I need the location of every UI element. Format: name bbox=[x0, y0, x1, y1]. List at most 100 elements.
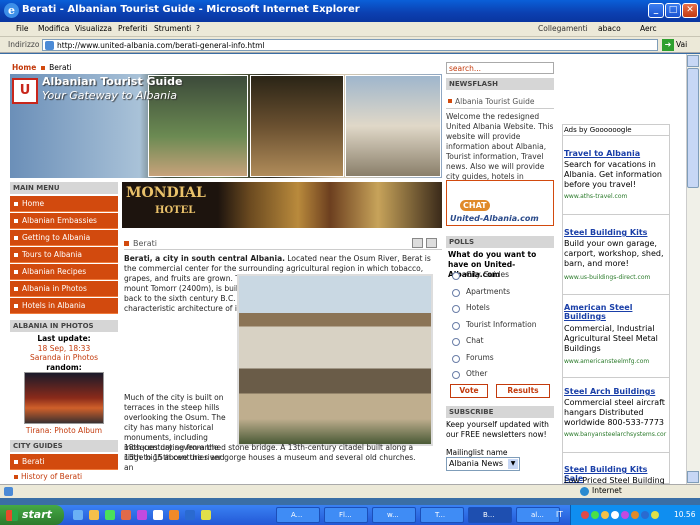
nav-recipes[interactable]: Albanian Recipes bbox=[10, 264, 118, 280]
tray-icon[interactable] bbox=[631, 511, 639, 519]
tray-icon[interactable] bbox=[641, 511, 649, 519]
nav-embassies[interactable]: Albanian Embassies bbox=[10, 213, 118, 229]
ad-url-4[interactable]: www.banyansteelarchsystems.cor bbox=[564, 431, 666, 438]
vote-button[interactable]: Vote bbox=[450, 384, 488, 398]
poll-radio-other[interactable] bbox=[452, 371, 460, 379]
nav-photos[interactable]: Albania in Photos bbox=[10, 281, 118, 297]
ad-title-2[interactable]: Steel Building Kits bbox=[564, 228, 668, 237]
header-photo-street bbox=[250, 75, 344, 177]
ad-separator bbox=[562, 214, 670, 215]
quick-launch-icon[interactable] bbox=[121, 510, 131, 520]
minimize-button[interactable]: _ bbox=[648, 3, 664, 18]
mailinglist-select[interactable]: Albania News ▼ bbox=[446, 457, 520, 471]
link-abaco[interactable]: abaco bbox=[598, 24, 621, 33]
site-tagline: Your Gateway to Albania bbox=[42, 89, 177, 102]
menu-file[interactable]: File bbox=[16, 24, 29, 33]
quick-launch-icon[interactable] bbox=[73, 510, 83, 520]
scroll-down-button[interactable] bbox=[687, 471, 699, 483]
poll-radio-hotels[interactable] bbox=[452, 305, 460, 313]
menu-strumenti[interactable]: Strumenti bbox=[154, 24, 191, 33]
quick-launch-icon[interactable] bbox=[89, 510, 99, 520]
city-guide-berati[interactable]: Berati bbox=[10, 454, 118, 470]
quick-launch-icon[interactable] bbox=[169, 510, 179, 520]
ad-desc-3: Commercial, Industrial Agricultural Stee… bbox=[564, 324, 658, 353]
menu-preferiti[interactable]: Preferiti bbox=[118, 24, 147, 33]
tray-icon[interactable] bbox=[601, 511, 609, 519]
print-icon[interactable] bbox=[412, 238, 423, 248]
site-logo[interactable]: U bbox=[12, 78, 38, 104]
tray-icon[interactable] bbox=[611, 511, 619, 519]
ad-title-3[interactable]: American Steel Buildings bbox=[564, 303, 668, 321]
go-arrow-icon[interactable]: ➜ bbox=[662, 39, 674, 51]
search-input[interactable]: search... bbox=[446, 62, 554, 74]
tray-icon[interactable] bbox=[651, 511, 659, 519]
nav-getting-to-albania[interactable]: Getting to Albania bbox=[10, 230, 118, 246]
results-button[interactable]: Results bbox=[496, 384, 550, 398]
breadcrumb: Home Berati bbox=[12, 63, 72, 72]
quick-launch-icon[interactable] bbox=[105, 510, 115, 520]
taskbar-task-2[interactable]: Fl... bbox=[324, 507, 368, 523]
article-heading: Berati bbox=[133, 239, 157, 248]
ad-url-3[interactable]: www.americansteelmfg.com bbox=[564, 358, 649, 365]
taskbar-task-5-active[interactable]: B... bbox=[468, 507, 512, 523]
clock: 10.56 bbox=[674, 510, 696, 519]
breadcrumb-home-link[interactable]: Home bbox=[12, 63, 36, 72]
city-guide-history-label: History of Berati bbox=[21, 472, 83, 481]
nav-hotels[interactable]: Hotels in Albania bbox=[10, 298, 118, 314]
poll-radio-apartments[interactable] bbox=[452, 289, 460, 297]
start-label: start bbox=[22, 508, 52, 521]
poll-radio-forums[interactable] bbox=[452, 355, 460, 363]
poll-radio-tourist-info[interactable] bbox=[452, 322, 460, 330]
ad-title-4[interactable]: Steel Arch Buildings bbox=[564, 387, 668, 396]
tray-icons bbox=[580, 510, 670, 520]
language-indicator[interactable]: IT bbox=[556, 510, 563, 519]
email-icon[interactable] bbox=[426, 238, 437, 248]
poll-option-chat: Chat bbox=[466, 336, 484, 345]
taskbar-task-1[interactable]: A... bbox=[276, 507, 320, 523]
last-update-date: 18 Sep, 18:33 bbox=[37, 344, 91, 353]
poll-option-forums: Forums bbox=[466, 353, 494, 362]
menu-help[interactable]: ? bbox=[196, 24, 200, 33]
ad-url-1[interactable]: www.aths-travel.com bbox=[564, 193, 627, 200]
ad-desc-2: Build your own garage, carport, workshop… bbox=[564, 239, 664, 268]
ad-url-2[interactable]: www.us-buildings-direct.com bbox=[564, 274, 650, 281]
tray-icon[interactable] bbox=[581, 511, 589, 519]
maximize-button[interactable]: □ bbox=[665, 3, 681, 18]
article-paragraph-3: 18th-century seven-arched stone bridge. … bbox=[124, 443, 416, 462]
ad-separator bbox=[562, 452, 670, 453]
poll-radio-city-guides[interactable] bbox=[452, 272, 460, 280]
album-link[interactable]: Saranda in Photos bbox=[10, 353, 118, 362]
chat-url: United-Albania.com bbox=[450, 214, 539, 223]
quick-launch-icon[interactable] bbox=[153, 510, 163, 520]
dropdown-arrow-icon[interactable]: ▼ bbox=[508, 459, 518, 469]
quick-launch-icon[interactable] bbox=[201, 510, 211, 520]
address-input[interactable]: http://www.united-albania.com/berati-gen… bbox=[42, 39, 658, 51]
random-photo[interactable] bbox=[24, 372, 104, 424]
taskbar-task-4[interactable]: T... bbox=[420, 507, 464, 523]
window-title: Berati - Albanian Tourist Guide - Micros… bbox=[22, 4, 360, 15]
poll-option-apartments: Apartments bbox=[466, 287, 511, 296]
menu-modifica[interactable]: Modifica bbox=[38, 24, 69, 33]
go-button[interactable]: Vai bbox=[676, 40, 687, 49]
quick-launch-icon[interactable] bbox=[137, 510, 147, 520]
ads-heading[interactable]: Ads by Goooooogle bbox=[562, 124, 670, 136]
link-aerc[interactable]: Aerc bbox=[640, 24, 657, 33]
tray-icon[interactable] bbox=[591, 511, 599, 519]
scroll-up-button[interactable] bbox=[687, 55, 699, 67]
city-guide-history-berati[interactable]: History of Berati bbox=[14, 472, 82, 481]
nav-home[interactable]: Home bbox=[10, 196, 118, 212]
section-bullet-icon bbox=[124, 241, 129, 246]
menu-visualizza[interactable]: Visualizza bbox=[75, 24, 112, 33]
nav-tours[interactable]: Tours to Albania bbox=[10, 247, 118, 263]
tray-icon[interactable] bbox=[621, 511, 629, 519]
ad-title-1[interactable]: Travel to Albania bbox=[564, 149, 668, 158]
header-photo-buildings bbox=[345, 75, 441, 177]
close-button[interactable]: ✕ bbox=[682, 3, 698, 18]
random-photo-caption[interactable]: Tirana: Photo Album bbox=[10, 426, 118, 435]
taskbar-task-3[interactable]: w... bbox=[372, 507, 416, 523]
status-page-icon bbox=[4, 487, 13, 496]
quick-launch-icon[interactable] bbox=[185, 510, 195, 520]
poll-radio-chat[interactable] bbox=[452, 338, 460, 346]
scroll-thumb[interactable] bbox=[687, 68, 699, 188]
taskbar-task-6[interactable]: al... bbox=[516, 507, 560, 523]
